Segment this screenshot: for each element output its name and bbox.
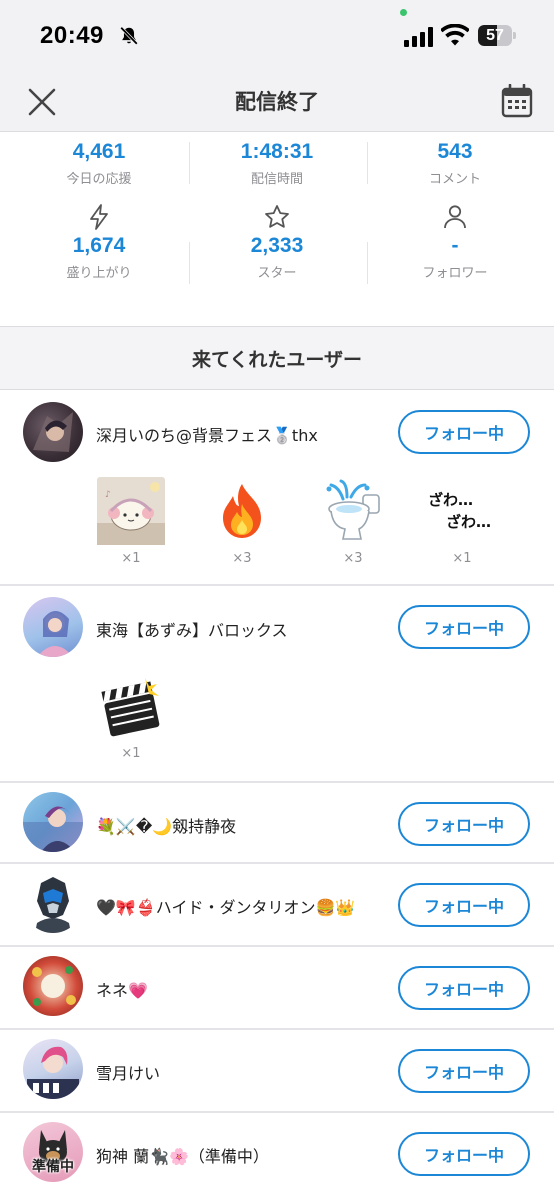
gift-item: ×3 (315, 477, 391, 566)
user-row: 東海【あずみ】バロックス フォロー中 ×1 (0, 586, 554, 781)
avatar[interactable] (23, 402, 83, 462)
section-title: 来てくれたユーザー (191, 349, 363, 371)
stat-label: コメント (428, 172, 481, 187)
visitors-section-header: 来てくれたユーザー (0, 326, 554, 390)
gift-item: ×3 (204, 477, 280, 566)
calendar-button[interactable] (498, 82, 536, 120)
user-name[interactable]: 雪月けい (96, 1060, 160, 1084)
gift-item: ×1 (93, 672, 169, 761)
user-name[interactable]: ネネ💗 (96, 977, 148, 1001)
calendar-icon (501, 84, 533, 118)
cat-headphones-sticker: ♪ (97, 477, 165, 545)
stat-duration: 1:48:31 配信時間 (188, 138, 366, 187)
stat-label: スター (257, 266, 297, 281)
stat-value: 543 (437, 140, 473, 163)
clapperboard-icon (97, 672, 165, 740)
avatar[interactable] (23, 1039, 83, 1099)
status-bar: 20:49 57 (0, 0, 554, 72)
stat-stars: 2,333 スター (188, 202, 366, 281)
stream-stats: 4,461 今日の応援 1:48:31 配信時間 543 コメント 1,674 … (0, 132, 554, 326)
page-title: 配信終了 (235, 90, 319, 114)
stat-excitement: 1,674 盛り上がり (10, 202, 188, 281)
user-name[interactable]: 深月いのち@背景フェス🥈thx (96, 422, 318, 446)
user-name[interactable]: 💐⚔️�🌙剱持静夜 (96, 813, 236, 837)
stat-value: 1,674 (72, 234, 126, 257)
avatar[interactable] (23, 792, 83, 852)
divider (367, 242, 368, 284)
follow-button[interactable]: フォロー中 (398, 966, 530, 1010)
stat-label: フォロワー (422, 266, 488, 281)
zawa-text: ざわ… (446, 513, 492, 531)
bell-off-icon (119, 26, 139, 46)
avatar[interactable] (23, 873, 83, 933)
avatar-badge: 準備中 (32, 1159, 74, 1175)
avatar-image (23, 806, 83, 852)
status-time: 20:49 (40, 22, 104, 49)
user-row: 雪月けい フォロー中 (0, 1030, 554, 1113)
zawa-text: ざわ… (428, 491, 474, 509)
follow-button[interactable]: フォロー中 (398, 883, 530, 927)
gift-count: ×3 (232, 551, 252, 566)
stat-value: 1:48:31 (240, 140, 314, 163)
user-name[interactable]: 🖤🎀👙ハイド・ダンタリオン🍔👑 (96, 894, 355, 918)
battery-icon: 57 (478, 25, 516, 46)
toilet-fountain-icon (319, 477, 387, 545)
gift-count: ×3 (343, 551, 363, 566)
svg-text:♪: ♪ (105, 490, 111, 500)
user-row: 🖤🎀👙ハイド・ダンタリオン🍔👑 フォロー中 (0, 864, 554, 947)
follow-button[interactable]: フォロー中 (398, 1132, 530, 1176)
gift-count: ×1 (452, 551, 472, 566)
avatar[interactable] (23, 956, 83, 1016)
follow-button[interactable]: フォロー中 (398, 802, 530, 846)
gift-item: ざわ… ざわ… ×1 (424, 477, 500, 566)
stat-comments: 543 コメント (366, 138, 544, 187)
follow-button[interactable]: フォロー中 (398, 1049, 530, 1093)
gift-item: ♪ ×1 (93, 477, 169, 566)
avatar-image (37, 611, 73, 657)
gift-count: ×1 (121, 746, 141, 761)
zawa-text-sticker: ざわ… ざわ… (428, 477, 496, 545)
signal-icon (404, 27, 433, 47)
divider (189, 142, 190, 184)
user-row: ネネ💗 フォロー中 (0, 947, 554, 1030)
privacy-indicator (400, 9, 407, 16)
gift-count: ×1 (121, 551, 141, 566)
star-icon (265, 205, 289, 228)
lightning-icon (90, 204, 108, 230)
user-row: 💐⚔️�🌙剱持静夜 フォロー中 (0, 781, 554, 864)
stat-label: 配信時間 (250, 172, 303, 187)
wifi-icon (441, 24, 469, 46)
stat-followers: - フォロワー (366, 202, 544, 281)
avatar-image (35, 877, 71, 933)
user-name[interactable]: 狗神 蘭🐈‍⬛🌸（準備中） (96, 1143, 269, 1167)
stat-value: - (451, 234, 459, 257)
user-row: 深月いのち@背景フェス🥈thx フォロー中 ♪ ×1 ×3 ×3 ざわ… ざわ…… (0, 391, 554, 586)
user-row: 準備中 狗神 蘭🐈‍⬛🌸（準備中） フォロー中 (0, 1113, 554, 1199)
follow-button[interactable]: フォロー中 (398, 410, 530, 454)
divider (367, 142, 368, 184)
stat-label: 今日の応援 (66, 172, 132, 187)
divider (189, 242, 190, 284)
battery-level: 57 (486, 27, 504, 44)
stat-value: 2,333 (250, 234, 304, 257)
user-name[interactable]: 東海【あずみ】バロックス (96, 617, 288, 641)
avatar-image (27, 1046, 79, 1099)
avatar-image (33, 412, 73, 452)
avatar[interactable]: 準備中 (23, 1122, 83, 1182)
stat-cheers: 4,461 今日の応援 (10, 138, 188, 187)
header: 配信終了 (0, 72, 554, 132)
avatar-image (32, 966, 76, 1006)
person-icon (444, 205, 466, 229)
avatar[interactable] (23, 597, 83, 657)
fire-icon (208, 477, 276, 545)
stat-label: 盛り上がり (66, 266, 132, 281)
stat-value: 4,461 (72, 140, 126, 163)
follow-button[interactable]: フォロー中 (398, 605, 530, 649)
